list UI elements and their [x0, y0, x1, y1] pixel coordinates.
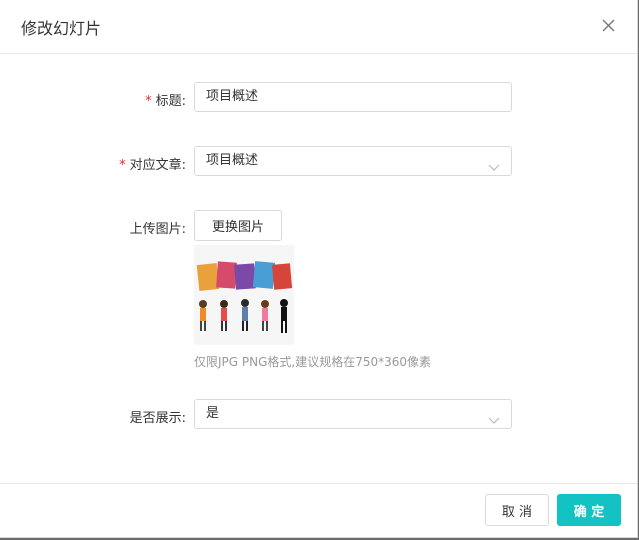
article-select[interactable]: 项目概述	[194, 146, 512, 176]
change-image-button[interactable]: 更换图片	[194, 210, 282, 241]
slide-image	[194, 245, 294, 345]
close-icon[interactable]	[599, 16, 619, 36]
title-label: * 标题:	[145, 90, 186, 109]
title-row: * 标题: 项目概述	[0, 82, 637, 114]
confirm-button[interactable]: 确 定	[557, 494, 621, 526]
chevron-down-icon	[488, 156, 500, 171]
image-label: 上传图片:	[129, 222, 186, 237]
display-select-value: 是	[206, 406, 220, 421]
display-label: 是否展示:	[129, 411, 186, 426]
image-format-hint: 仅限JPG PNG格式,建议规格在750*360像素	[194, 355, 432, 369]
display-select[interactable]: 是	[194, 399, 512, 429]
chevron-down-icon	[488, 409, 500, 424]
article-row: * 对应文章: 项目概述	[0, 146, 637, 178]
required-mark: *	[145, 94, 152, 109]
title-input-value: 项目概述	[206, 89, 259, 104]
title-label-text: 标题:	[155, 94, 186, 109]
display-row: 是否展示: 是	[0, 399, 637, 431]
dialog-title: 修改幻灯片	[21, 19, 102, 38]
edit-slide-dialog: 修改幻灯片 *标题: 项目概述 *对应文章: 项目概述 上传图片: 更换图片	[0, 0, 638, 538]
cancel-button[interactable]: 取 消	[485, 494, 549, 526]
article-select-value: 项目概述	[206, 153, 259, 168]
title-input[interactable]: 项目概述	[194, 82, 512, 112]
article-label: * 对应文章:	[119, 154, 186, 173]
dialog-header: 修改幻灯片	[0, 0, 637, 54]
dialog-footer: 取 消 确 定	[0, 483, 637, 538]
required-mark: *	[119, 158, 126, 173]
image-row: 上传图片: 更换图片	[0, 210, 637, 360]
article-label-text: 对应文章:	[129, 158, 186, 173]
